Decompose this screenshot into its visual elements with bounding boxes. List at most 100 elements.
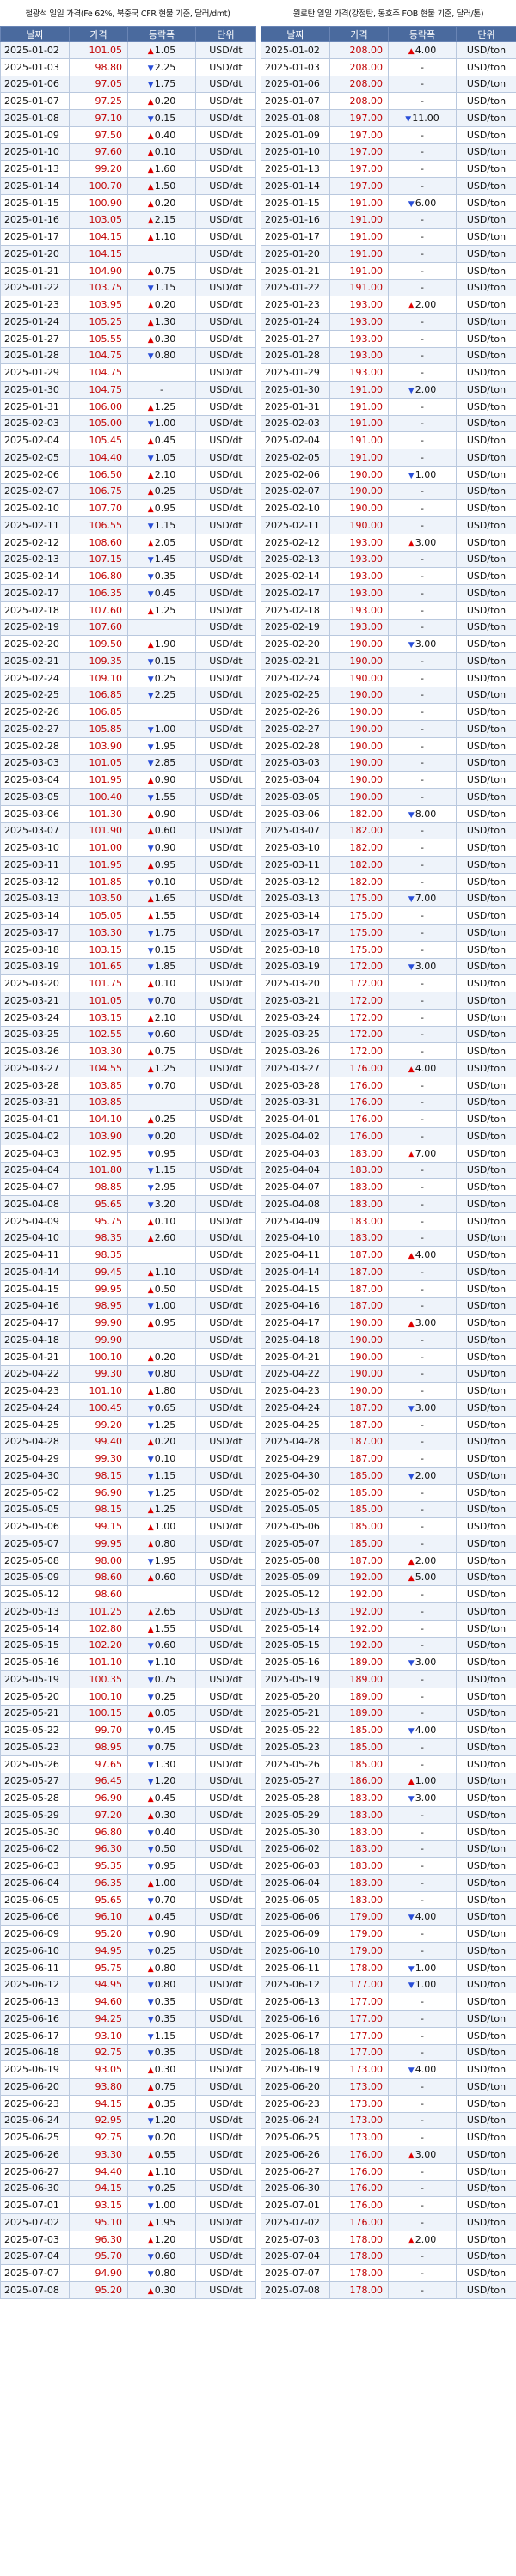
change-cell: ▼0.75 (127, 1670, 196, 1688)
change-value: 1.15 (154, 1469, 176, 1481)
change-value: - (421, 740, 424, 752)
triangle-down-icon: ▼ (147, 845, 154, 854)
date-cell: 2025-01-23 (0, 296, 70, 314)
change-cell: ▼1.75 (127, 75, 196, 94)
change-value: 0.20 (154, 299, 176, 311)
table-row: 2025-05-27 186.00 ▲1.00 USD/ton (261, 1772, 516, 1791)
date-cell: 2025-06-06 (261, 1908, 330, 1926)
triangle-down-icon: ▼ (408, 895, 415, 905)
change-cell: - (388, 75, 457, 94)
change-cell: ▲0.75 (127, 2078, 196, 2096)
triangle-up-icon: ▲ (147, 217, 154, 226)
unit-cell: USD/dt (195, 804, 256, 823)
unit-cell: USD/dt (195, 1857, 256, 1875)
triangle-up-icon: ▲ (408, 1065, 415, 1074)
change-cell (127, 703, 196, 721)
price-cell: 93.30 (69, 2146, 128, 2164)
triangle-down-icon: ▼ (147, 2253, 154, 2262)
unit-cell: USD/ton (456, 1042, 516, 1060)
table-row: 2025-05-12 192.00- USD/ton (261, 1585, 516, 1603)
change-cell: - (388, 177, 457, 195)
unit-cell: USD/dt (195, 668, 256, 687)
unit-cell: USD/ton (456, 736, 516, 755)
price-cell: 104.55 (69, 1059, 128, 1077)
unit-cell: USD/dt (195, 1670, 256, 1688)
date-cell: 2025-05-07 (261, 1535, 330, 1553)
table-row: 2025-03-20 172.00- USD/ton (261, 974, 516, 992)
price-cell: 105.00 (69, 414, 128, 433)
unit-cell: USD/dt (195, 1500, 256, 1519)
change-value: 1.00 (154, 1877, 176, 1889)
column-header-change: 등락폭 (388, 26, 457, 42)
change-value: 3.20 (154, 1198, 176, 1210)
unit-cell: USD/ton (456, 957, 516, 976)
change-value: - (421, 757, 424, 769)
change-value: - (421, 689, 424, 701)
change-cell: ▲0.45 (127, 1908, 196, 1926)
unit-cell: USD/dt (195, 1925, 256, 1943)
change-cell: ▲1.05 (127, 41, 196, 59)
table-row: 2025-05-14 192.00- USD/ton (261, 1619, 516, 1638)
change-value: 0.30 (154, 2284, 176, 2296)
price-cell: 97.20 (69, 1806, 128, 1824)
change-value: 0.10 (154, 1215, 176, 1227)
change-value: - (421, 146, 424, 158)
change-cell: ▼1.85 (127, 957, 196, 976)
unit-cell: USD/ton (456, 1076, 516, 1095)
date-cell: 2025-02-10 (261, 499, 330, 517)
change-cell: ▼1.00 (127, 2196, 196, 2214)
change-cell: ▼1.15 (127, 1161, 196, 1180)
triangle-down-icon: ▼ (147, 2049, 154, 2059)
triangle-up-icon: ▲ (147, 1014, 154, 1023)
change-value: - (421, 1860, 424, 1872)
change-value: 1.15 (154, 1164, 176, 1176)
unit-cell: USD/dt (195, 788, 256, 806)
change-value: 1.95 (154, 1554, 176, 1566)
price-cell: 193.00 (329, 296, 389, 314)
table-row: 2025-02-13 193.00- USD/ton (261, 550, 516, 569)
price-cell: 190.00 (329, 1331, 389, 1349)
unit-cell: USD/dt (195, 1568, 256, 1587)
price-cell: 104.75 (69, 363, 128, 382)
date-cell: 2025-03-28 (261, 1076, 330, 1095)
table-row: 2025-01-21 104.90 ▲0.75 USD/dt (0, 261, 256, 280)
table-row: 2025-05-08 98.00 ▼1.95 USD/dt (0, 1551, 256, 1570)
change-value: - (421, 706, 424, 718)
triangle-down-icon: ▼ (408, 1795, 415, 1804)
date-cell: 2025-07-03 (0, 2230, 70, 2249)
triangle-down-icon: ▼ (408, 1914, 415, 1923)
price-cell: 192.00 (329, 1602, 389, 1621)
change-value: - (421, 2250, 424, 2262)
change-value: - (421, 214, 424, 226)
change-cell: - (388, 125, 457, 144)
change-cell: - (388, 1212, 457, 1230)
unit-cell: USD/dt (195, 2026, 256, 2045)
price-cell: 191.00 (329, 261, 389, 280)
date-cell: 2025-05-02 (261, 1483, 330, 1502)
price-cell: 185.00 (329, 1483, 389, 1502)
date-cell: 2025-03-31 (0, 1093, 70, 1112)
table-row: 2025-02-12 193.00 ▲3.00 USD/ton (261, 533, 516, 552)
unit-cell: USD/ton (456, 1144, 516, 1163)
triangle-down-icon: ▼ (147, 1642, 154, 1651)
unit-cell: USD/ton (456, 346, 516, 365)
price-cell: 176.00 (329, 1093, 389, 1112)
table-row: 2025-03-05 190.00- USD/ton (261, 788, 516, 806)
change-cell: - (388, 397, 457, 416)
date-cell: 2025-06-10 (0, 1942, 70, 1960)
date-cell: 2025-02-03 (0, 414, 70, 433)
table-row: 2025-01-06 208.00- USD/ton (261, 75, 516, 94)
change-value: - (421, 1996, 424, 2008)
date-cell: 2025-06-27 (0, 2162, 70, 2181)
table-row: 2025-03-03 190.00- USD/ton (261, 754, 516, 772)
change-cell: - (388, 1415, 457, 1434)
triangle-up-icon: ▲ (147, 1795, 154, 1804)
table-row: 2025-03-25 172.00- USD/ton (261, 1025, 516, 1044)
unit-cell: USD/ton (456, 1500, 516, 1519)
price-cell: 185.00 (329, 1738, 389, 1756)
change-cell: ▼2.25 (127, 58, 196, 76)
change-value: 0.25 (154, 1944, 176, 1956)
price-cell: 208.00 (329, 92, 389, 110)
change-value: - (421, 129, 424, 141)
date-cell: 2025-07-02 (0, 2213, 70, 2231)
